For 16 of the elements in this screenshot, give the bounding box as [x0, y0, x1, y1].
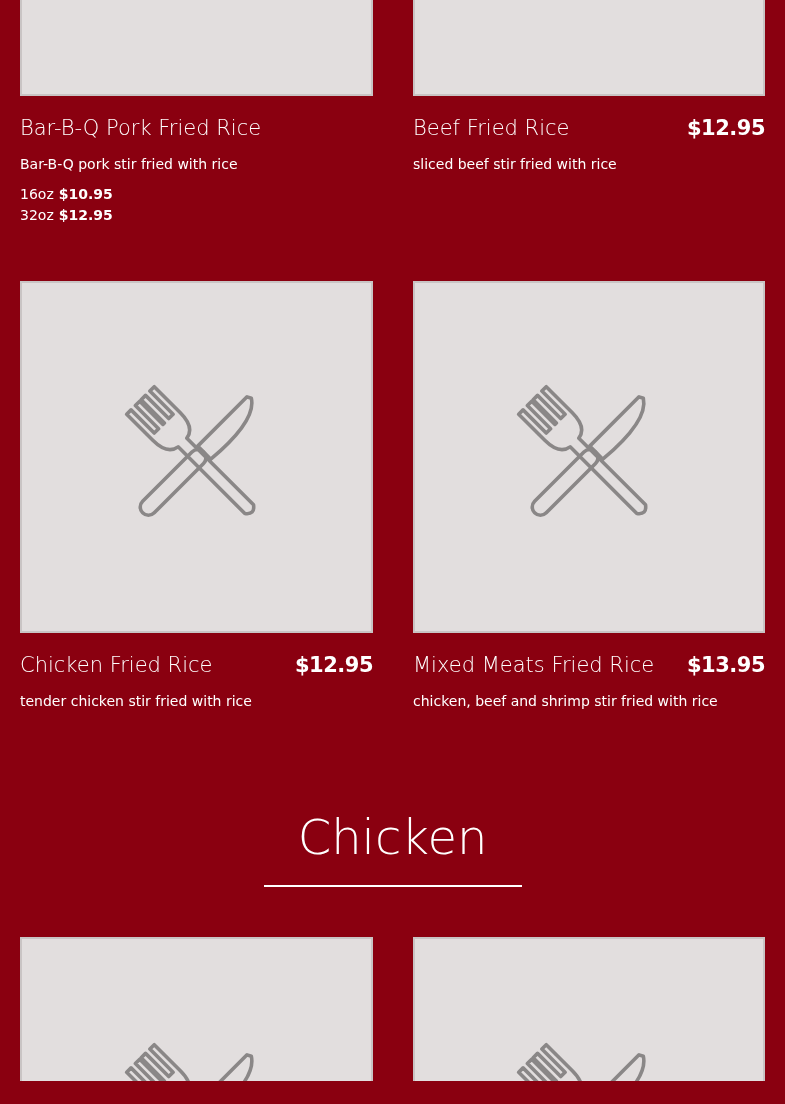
size-price: $12.95 — [58, 207, 113, 223]
dish-price: $13.95 — [686, 653, 765, 677]
dish-name: Beef Fried Rice — [413, 116, 570, 140]
size-label: 32oz — [20, 207, 54, 223]
dish-price: $12.95 — [294, 653, 373, 677]
dish-description: chicken, beef and shrimp stir fried with rice — [413, 693, 719, 709]
dish-name: Bar-B-Q Pork Fried Rice — [20, 116, 262, 140]
dish-description: Bar-B-Q pork stir fried with rice — [20, 156, 239, 172]
dish-price: $12.95 — [686, 116, 765, 140]
dish-name: Chicken Fried Rice — [20, 653, 213, 677]
size-label: 16oz — [20, 186, 54, 202]
section-heading: Chicken — [263, 809, 522, 887]
dish-description: sliced beef stir fried with rice — [413, 156, 618, 172]
dish-name: Mixed Meats Fried Rice — [413, 653, 655, 677]
size-price: $10.95 — [58, 186, 113, 202]
dish-description: tender chicken stir fried with rice — [20, 693, 253, 709]
